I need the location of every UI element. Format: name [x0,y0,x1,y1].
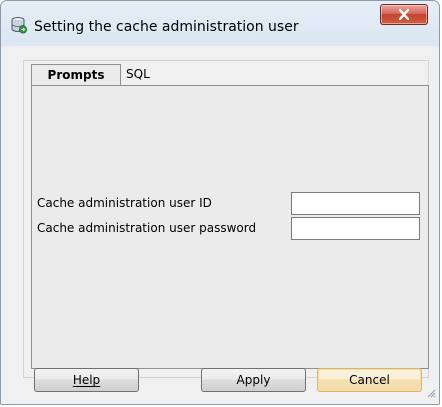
help-button-label: Help [72,373,101,387]
window-title: Setting the cache administration user [34,19,299,35]
close-icon [398,8,410,21]
password-label: Cache administration user password [37,221,257,235]
cancel-button[interactable]: Cancel [317,368,422,392]
resize-grip-icon[interactable] [426,387,436,401]
tab-sql[interactable]: SQL [123,64,163,86]
user-id-label: Cache administration user ID [37,196,212,210]
help-button[interactable]: Help [34,368,139,392]
close-button[interactable] [380,4,428,25]
database-wizard-icon [11,16,27,34]
password-field[interactable] [291,217,420,240]
prompts-tab-body: Cache administration user ID Cache admin… [31,85,429,369]
dialog-window: Setting the cache administration user Pr… [0,0,440,405]
cancel-button-label: Cancel [349,373,390,387]
title-bar[interactable]: Setting the cache administration user [1,1,439,45]
tab-prompts[interactable]: Prompts [31,64,121,86]
apply-button[interactable]: Apply [201,368,306,392]
dialog-client-area: Prompts SQL Cache administration user ID… [9,46,432,396]
user-id-field[interactable] [291,192,420,215]
apply-button-label: Apply [236,373,271,387]
